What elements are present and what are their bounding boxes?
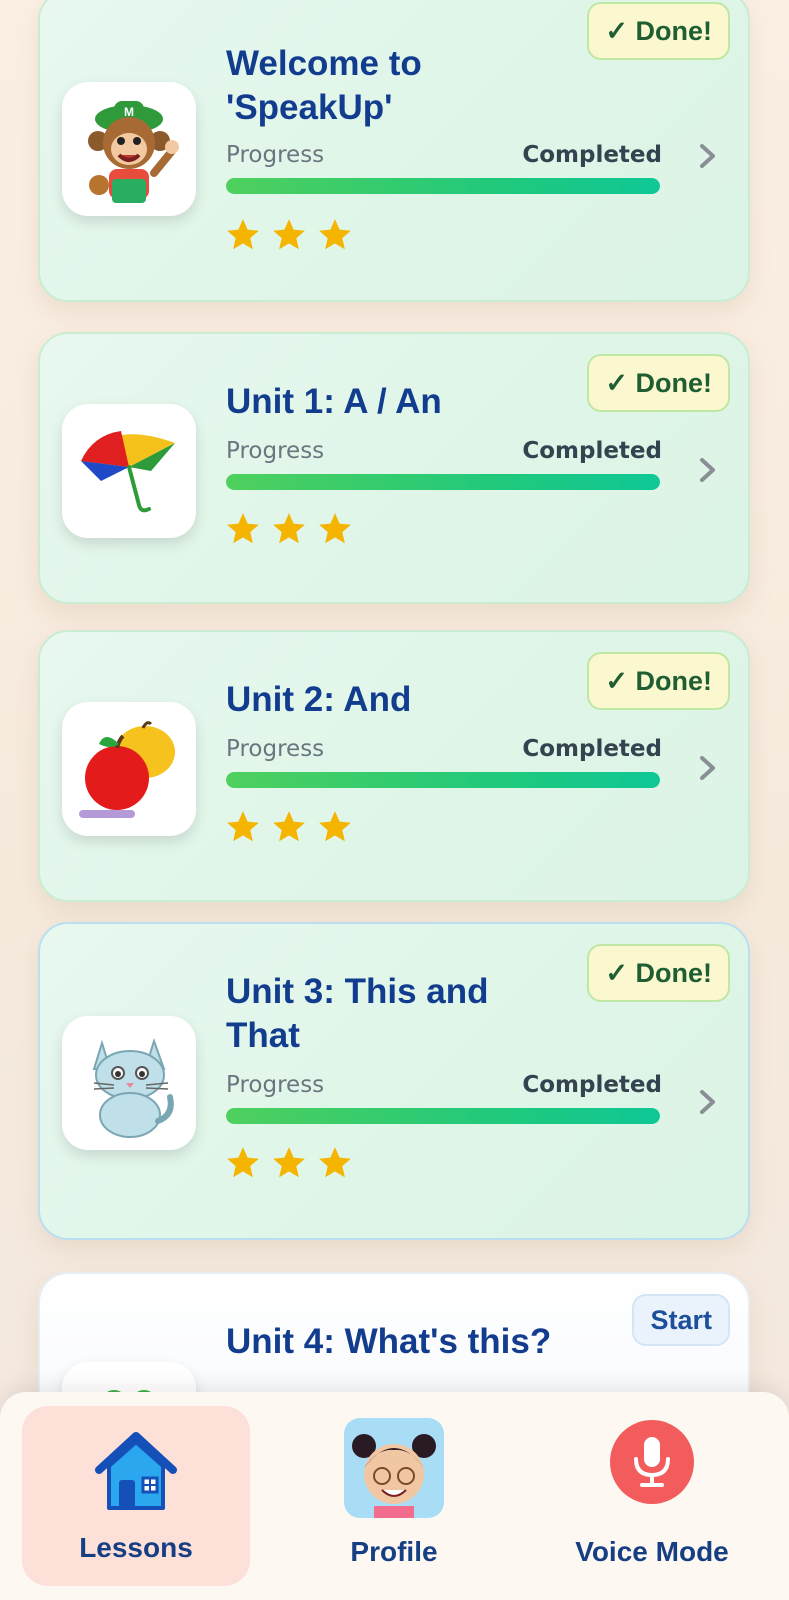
- star-icon: [273, 811, 305, 842]
- star-icon: [273, 1147, 305, 1178]
- lesson-title: Welcome to 'SpeakUp': [226, 44, 422, 127]
- chevron-right-icon: [700, 1090, 715, 1114]
- lesson-card-welcome[interactable]: ✓ Done! M Welcome to 'SpeakUp' Progress …: [38, 0, 750, 302]
- progress-bar: [226, 772, 660, 788]
- progress-label: Progress: [226, 1072, 325, 1098]
- progress-status: Completed: [522, 736, 662, 762]
- nav-label-profile: Profile: [350, 1536, 438, 1567]
- chevron-right-icon: [700, 756, 715, 780]
- lesson-title: Unit 3: This and That: [226, 972, 489, 1055]
- done-badge: ✓ Done!: [587, 354, 730, 412]
- star-icon: [227, 1147, 259, 1178]
- star-icon: [227, 811, 259, 842]
- lesson-list: ✓ Done! M Welcome to 'SpeakUp' Progress …: [0, 0, 789, 1600]
- nav-label-voice-mode: Voice Mode: [575, 1536, 729, 1567]
- start-button[interactable]: Start: [632, 1294, 730, 1346]
- voice-button[interactable]: [610, 1420, 694, 1504]
- star-icon: [319, 219, 351, 250]
- star-icon: [273, 513, 305, 544]
- progress-bar: [226, 1108, 660, 1124]
- star-icon: [273, 219, 305, 250]
- microphone-icon: [634, 1437, 670, 1487]
- nav-profile[interactable]: Profile: [280, 1406, 508, 1586]
- nav-voice-mode[interactable]: Voice Mode: [538, 1406, 766, 1586]
- progress-label: Progress: [226, 438, 325, 464]
- house-icon: [95, 1432, 177, 1510]
- star-rating: [224, 1144, 354, 1182]
- star-rating: [224, 216, 354, 254]
- svg-text:M: M: [124, 105, 134, 119]
- lesson-title: Unit 1: A / An: [226, 382, 442, 421]
- apple-icon: [62, 702, 196, 836]
- star-rating: [224, 808, 354, 846]
- star-icon: [319, 513, 351, 544]
- progress-label: Progress: [226, 736, 325, 762]
- done-badge: ✓ Done!: [587, 652, 730, 710]
- umbrella-icon: [62, 404, 196, 538]
- star-icon: [227, 513, 259, 544]
- chevron-right-icon: [700, 144, 715, 168]
- star-rating: [224, 510, 354, 548]
- lesson-title: Unit 4: What's this?: [226, 1322, 552, 1361]
- progress-status: Completed: [522, 438, 662, 464]
- progress-bar: [226, 474, 660, 490]
- done-badge: ✓ Done!: [587, 2, 730, 60]
- lesson-card-unit-2[interactable]: ✓ Done! Unit 2: And Progress Completed: [38, 630, 750, 902]
- progress-label: Progress: [226, 142, 325, 168]
- chevron-right-icon: [700, 458, 715, 482]
- progress-status: Completed: [522, 142, 662, 168]
- progress-status: Completed: [522, 1072, 662, 1098]
- cat-icon: [62, 1016, 196, 1150]
- done-badge: ✓ Done!: [587, 944, 730, 1002]
- nav-label-lessons: Lessons: [79, 1532, 193, 1563]
- lesson-card-unit-3[interactable]: ✓ Done! Unit 3: This and That Progress C…: [38, 922, 750, 1240]
- lesson-card-unit-1[interactable]: ✓ Done! Unit 1: A / An Progress Complete…: [38, 332, 750, 604]
- monkey-icon: M: [62, 82, 196, 216]
- avatar: [344, 1418, 444, 1518]
- lesson-title: Unit 2: And: [226, 680, 412, 719]
- progress-bar: [226, 178, 660, 194]
- star-icon: [227, 219, 259, 250]
- bottom-nav: Lessons Profile Voice Mode: [0, 1392, 789, 1600]
- star-icon: [319, 811, 351, 842]
- star-icon: [319, 1147, 351, 1178]
- nav-lessons[interactable]: Lessons: [22, 1406, 250, 1586]
